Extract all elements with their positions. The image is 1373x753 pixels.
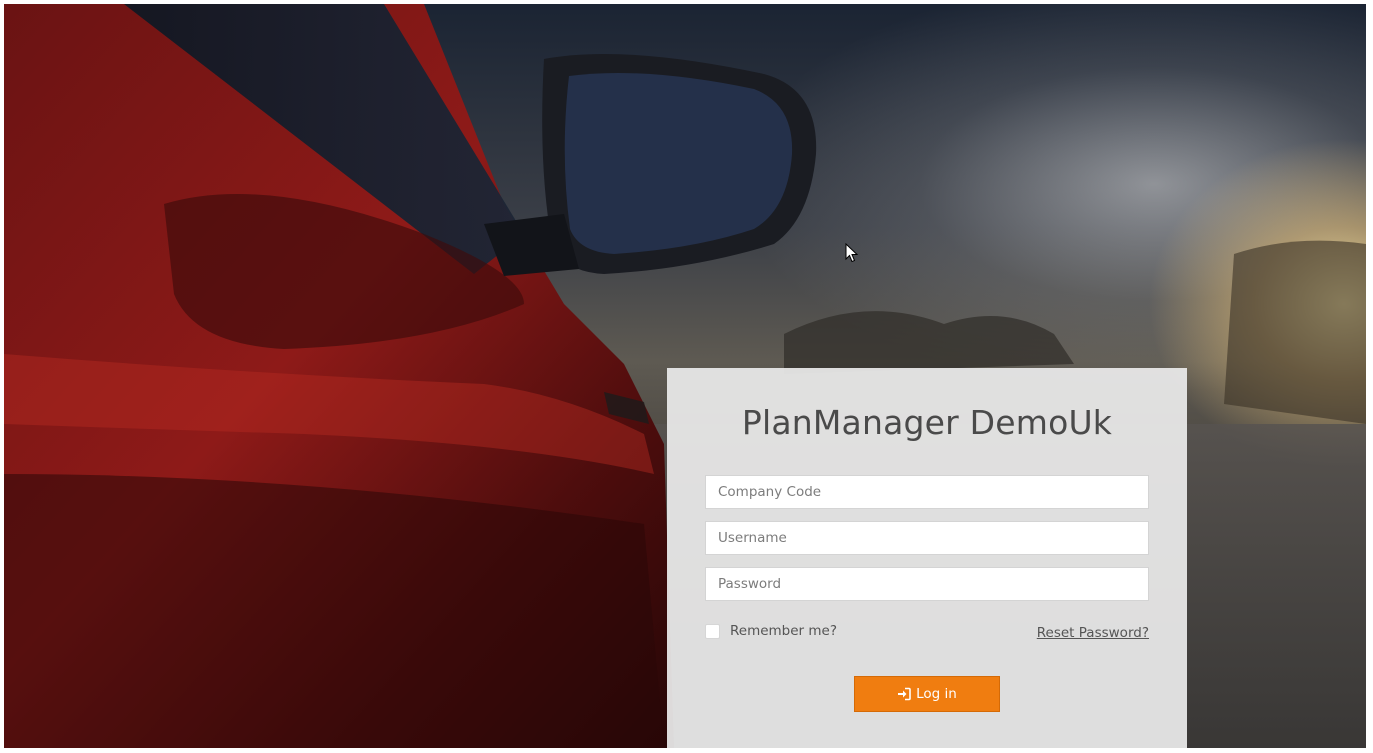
- remember-me-checkbox[interactable]: [705, 623, 720, 639]
- login-button-label: Log in: [916, 686, 957, 702]
- username-input[interactable]: [705, 521, 1149, 555]
- login-page: PlanManager DemoUk Remember me? Reset Pa…: [0, 0, 1373, 753]
- password-input[interactable]: [705, 567, 1149, 601]
- login-button[interactable]: Log in: [854, 676, 1000, 712]
- page-title: PlanManager DemoUk: [741, 403, 1113, 442]
- company-code-input[interactable]: [705, 475, 1149, 509]
- login-card: PlanManager DemoUk Remember me? Reset Pa…: [667, 368, 1187, 748]
- remember-me[interactable]: Remember me?: [705, 623, 837, 639]
- sign-in-icon: [898, 687, 911, 701]
- remember-me-label: Remember me?: [730, 623, 838, 639]
- mouse-cursor-icon: [845, 243, 859, 263]
- reset-password-link[interactable]: Reset Password?: [1037, 625, 1149, 641]
